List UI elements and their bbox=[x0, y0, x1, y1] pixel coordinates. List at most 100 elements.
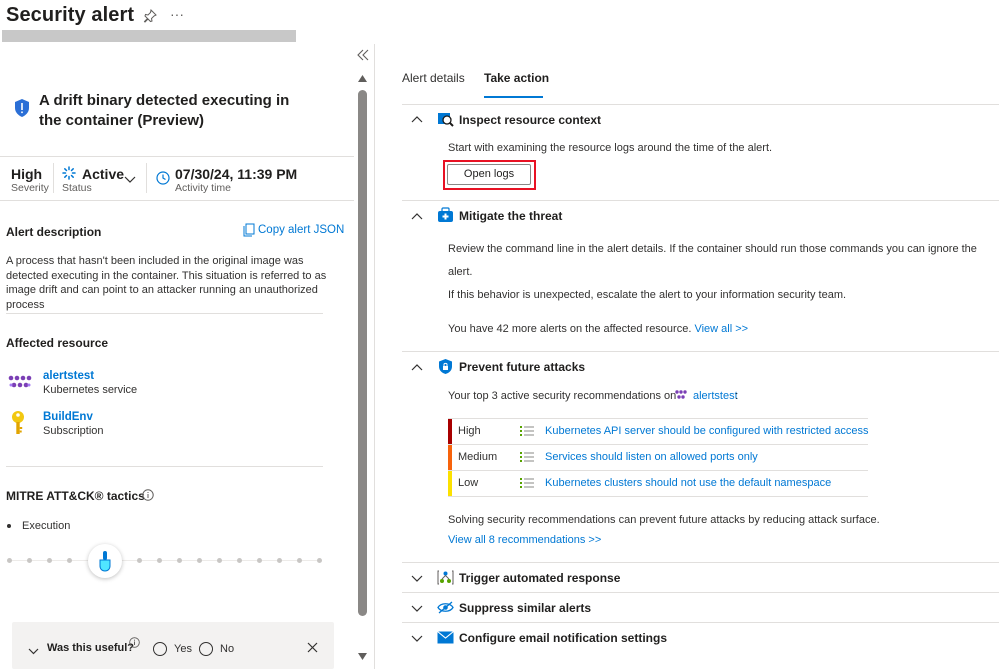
shield-icon bbox=[14, 98, 30, 118]
more-alerts-text: You have 42 more alerts on the affected … bbox=[448, 323, 748, 335]
tab-alert-details[interactable]: Alert details bbox=[402, 71, 465, 85]
recommendation-severity: Medium bbox=[458, 451, 498, 463]
chevron-up-icon[interactable] bbox=[410, 361, 424, 375]
no-radio[interactable] bbox=[199, 642, 213, 656]
collapse-pane-icon[interactable] bbox=[356, 48, 370, 65]
timeline-dot[interactable] bbox=[7, 558, 12, 563]
recommendation-row[interactable]: High Kubernetes API server should be con… bbox=[448, 419, 868, 445]
mitigate-icon bbox=[437, 207, 454, 224]
recommendation-link[interactable]: Kubernetes clusters should not use the d… bbox=[545, 477, 831, 489]
alert-description-title: Alert description bbox=[6, 225, 102, 239]
chevron-down-icon[interactable] bbox=[410, 601, 424, 615]
feedback-question: Was this useful? bbox=[47, 642, 134, 654]
affected-resource-title: Affected resource bbox=[6, 336, 109, 350]
chevron-down-icon[interactable] bbox=[410, 631, 424, 645]
recommendation-row[interactable]: Medium Services should listen on allowed… bbox=[448, 445, 868, 471]
tab-take-action[interactable]: Take action bbox=[484, 71, 549, 85]
recommendation-link[interactable]: Services should listen on allowed ports … bbox=[545, 451, 758, 463]
yes-label: Yes bbox=[174, 643, 192, 655]
alert-name: A drift binary detected executing in the… bbox=[39, 92, 290, 129]
recommendation-link[interactable]: Kubernetes API server should be configur… bbox=[545, 425, 868, 437]
yes-radio[interactable] bbox=[153, 642, 167, 656]
suppress-alerts-title[interactable]: Suppress similar alerts bbox=[459, 601, 591, 615]
scroll-down-icon[interactable] bbox=[357, 650, 368, 664]
chevron-down-icon[interactable] bbox=[410, 571, 424, 585]
timeline-dot[interactable] bbox=[197, 558, 202, 563]
execution-tactic-marker[interactable] bbox=[88, 544, 122, 578]
page-title: Security alert bbox=[6, 4, 135, 26]
prevent-footer-text: Solving security recommendations can pre… bbox=[448, 514, 880, 526]
prevent-section-title[interactable]: Prevent future attacks bbox=[459, 360, 585, 374]
status-label: Status bbox=[62, 182, 92, 194]
severity-bar bbox=[448, 419, 452, 444]
view-all-recommendations-link[interactable]: View all 8 recommendations >> bbox=[448, 534, 601, 546]
checklist-icon bbox=[520, 425, 534, 437]
kubernetes-icon bbox=[7, 373, 33, 394]
activity-time-value: 07/30/24, 11:39 PM bbox=[175, 166, 298, 182]
chevron-up-icon[interactable] bbox=[410, 210, 424, 224]
divider bbox=[402, 351, 999, 352]
divider bbox=[0, 156, 354, 157]
eye-icon bbox=[437, 600, 454, 617]
divider bbox=[6, 313, 323, 314]
tactic-timeline bbox=[10, 560, 322, 561]
timeline-dot[interactable] bbox=[217, 558, 222, 563]
close-icon[interactable] bbox=[307, 642, 318, 656]
timeline-dot[interactable] bbox=[257, 558, 262, 563]
scroll-up-icon[interactable] bbox=[357, 72, 368, 86]
inspect-text: Start with examining the resource logs a… bbox=[448, 142, 773, 154]
timeline-dot[interactable] bbox=[137, 558, 142, 563]
activity-time-label: Activity time bbox=[175, 182, 232, 194]
scrollbar-thumb[interactable] bbox=[358, 90, 367, 616]
resource-type: Subscription bbox=[43, 425, 104, 437]
timeline-dot[interactable] bbox=[157, 558, 162, 563]
resource-link-alertstest[interactable]: alertstest bbox=[43, 370, 94, 382]
resource-link-buildenv[interactable]: BuildEnv bbox=[43, 411, 93, 423]
view-all-alerts-link[interactable]: View all >> bbox=[694, 323, 748, 335]
recommendation-row[interactable]: Low Kubernetes clusters should not use t… bbox=[448, 471, 868, 497]
spinner-icon bbox=[62, 166, 76, 180]
divider bbox=[6, 466, 323, 467]
copy-json-label: Copy alert JSON bbox=[258, 224, 345, 236]
pin-icon[interactable] bbox=[143, 8, 157, 26]
inspect-section-title[interactable]: Inspect resource context bbox=[459, 113, 601, 127]
timeline-dot[interactable] bbox=[67, 558, 72, 563]
no-label: No bbox=[220, 643, 235, 655]
timeline-dot[interactable] bbox=[27, 558, 32, 563]
timeline-dot[interactable] bbox=[177, 558, 182, 563]
prevent-intro-colon: : bbox=[735, 390, 739, 402]
trigger-response-title[interactable]: Trigger automated response bbox=[459, 571, 620, 585]
timeline-dot[interactable] bbox=[47, 558, 52, 563]
shield-lock-icon bbox=[437, 358, 454, 375]
severity-value: High bbox=[11, 166, 43, 182]
checklist-icon bbox=[520, 477, 534, 489]
inspect-icon bbox=[437, 111, 454, 128]
alert-description-text: A process that hasn't been included in t… bbox=[6, 255, 327, 311]
clock-icon bbox=[156, 171, 170, 188]
info-icon[interactable] bbox=[142, 489, 154, 504]
open-logs-button[interactable]: Open logs bbox=[447, 164, 531, 185]
chevron-up-icon[interactable] bbox=[410, 113, 424, 127]
timeline-dot[interactable] bbox=[317, 558, 322, 563]
chevron-down-icon bbox=[124, 173, 136, 187]
divider bbox=[146, 163, 147, 193]
email-icon bbox=[437, 631, 454, 648]
timeline-dot[interactable] bbox=[277, 558, 282, 563]
divider bbox=[402, 562, 999, 563]
timeline-dot[interactable] bbox=[297, 558, 302, 563]
resource-type: Kubernetes service bbox=[43, 384, 138, 396]
status-value: Active bbox=[82, 166, 125, 182]
more-options-icon[interactable]: ··· bbox=[170, 6, 184, 22]
timeline-dot[interactable] bbox=[237, 558, 242, 563]
prevent-resource-link[interactable]: alertstest bbox=[693, 390, 738, 402]
divider bbox=[402, 200, 999, 201]
chevron-down-icon[interactable] bbox=[28, 644, 39, 658]
mitre-tactic: Execution bbox=[22, 520, 71, 532]
email-settings-title[interactable]: Configure email notification settings bbox=[459, 631, 667, 645]
severity-label: Severity bbox=[11, 182, 49, 194]
redacted-subtitle bbox=[2, 30, 296, 42]
mitigate-section-title[interactable]: Mitigate the threat bbox=[459, 209, 562, 223]
info-icon[interactable] bbox=[129, 637, 140, 651]
mitigate-text-line-1: Review the command line in the alert det… bbox=[448, 243, 977, 255]
recommendation-severity: Low bbox=[458, 477, 479, 489]
